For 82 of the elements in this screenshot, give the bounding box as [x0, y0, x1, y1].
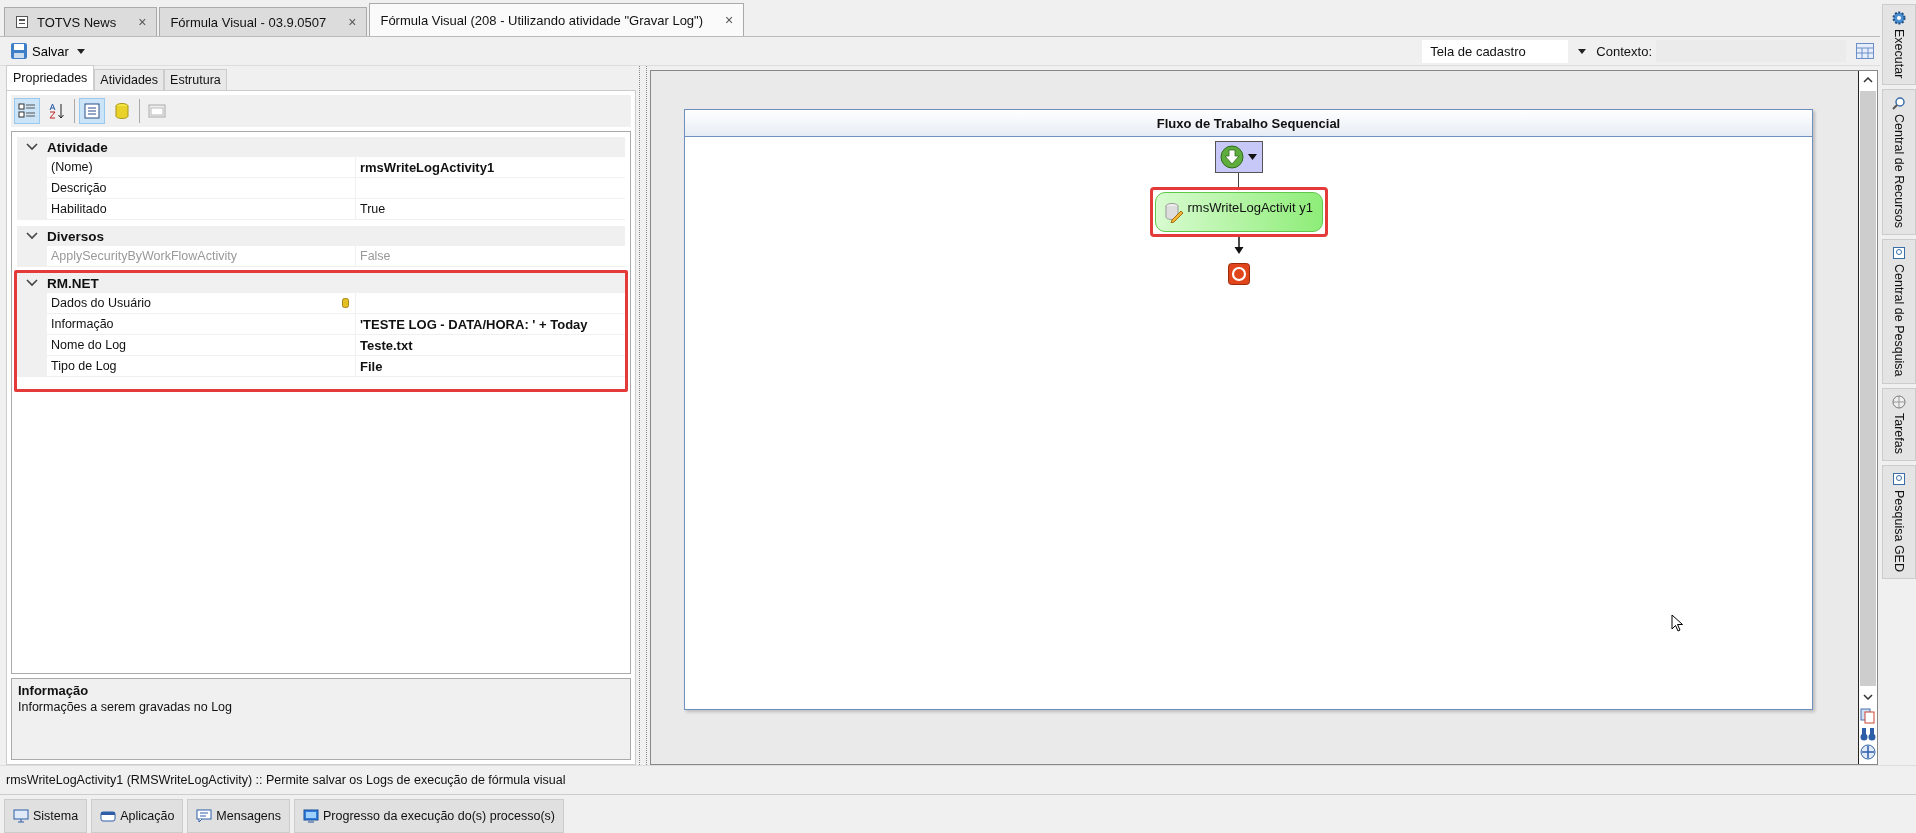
- property-label: (Nome): [51, 160, 93, 174]
- panel-tab[interactable]: Atividades: [94, 69, 165, 90]
- property-label: Nome do Log: [51, 338, 127, 352]
- panel-tab[interactable]: Propriedades: [6, 65, 95, 90]
- property-value[interactable]: Teste.txt: [356, 335, 625, 355]
- value-text: True: [360, 202, 386, 216]
- tab-label: Fórmula Visual - 03.9.0507: [170, 14, 327, 30]
- tab-label: TOTVS News: [37, 14, 117, 30]
- mouse-pointer-icon: [1671, 614, 1683, 632]
- search-icon: [1892, 96, 1906, 111]
- activity-node[interactable]: rmsWriteLogActivit y1: [1154, 192, 1323, 232]
- property-name[interactable]: (Nome): [47, 157, 356, 177]
- property-label: Descrição: [51, 181, 107, 195]
- context-label: Contexto:: [1596, 43, 1652, 59]
- value-text: 'TESTE LOG - DATA/HORA: ' + Today: [360, 316, 588, 332]
- document-icon: [15, 15, 29, 29]
- screen-dropdown[interactable]: Tela de cadastro: [1422, 39, 1569, 63]
- document-tab[interactable]: Fórmula Visual (208 - Utilizando atividade "Gravar Log") ×: [369, 3, 745, 36]
- property-name[interactable]: Dados do Usuário: [47, 293, 356, 313]
- caret-icon[interactable]: [76, 48, 85, 54]
- property-label: Tipo de Log: [51, 359, 117, 373]
- close-icon[interactable]: ×: [725, 12, 734, 28]
- side-panel-tab[interactable]: Central de Pesquisa: [1882, 239, 1916, 384]
- description-text: Informações a serem gravadas no Log: [18, 700, 233, 714]
- pan-icon[interactable]: [1860, 744, 1876, 760]
- window-icon: [100, 809, 117, 823]
- document-search-icon: [1892, 471, 1906, 486]
- bottom-tab[interactable]: Aplicação: [91, 799, 184, 833]
- splitter[interactable]: [639, 66, 647, 765]
- globe-icon: [1892, 394, 1906, 409]
- property-value[interactable]: True: [356, 199, 625, 219]
- side-panel-tab[interactable]: Tarefas: [1882, 387, 1916, 461]
- property-label: ApplySecurityByWorkFlowActivity: [51, 249, 237, 263]
- property-name[interactable]: Tipo de Log: [47, 356, 356, 376]
- bottom-tab[interactable]: Progresso da execução do(s) processo(s): [294, 799, 565, 833]
- categorized-view-icon[interactable]: [14, 98, 40, 124]
- status-text: rmsWriteLogActivity1 (RMSWriteLogActivity) :: Permite salvar os Logs de execução de fórmula visual: [0, 765, 1916, 795]
- close-icon[interactable]: ×: [138, 14, 147, 30]
- monitor-icon: [13, 809, 29, 823]
- description-title: Informação: [18, 683, 90, 698]
- property-name[interactable]: Nome do Log: [47, 335, 356, 355]
- property-value[interactable]: rmsWriteLogActivity1: [356, 157, 625, 177]
- gear-icon: [1892, 11, 1906, 25]
- category-label: Atividade: [47, 139, 108, 155]
- property-label: Habilitado: [51, 202, 107, 216]
- category-label: RM.NET: [47, 275, 99, 291]
- list-icon[interactable]: [79, 98, 105, 124]
- property-label: Dados do Usuário: [51, 296, 152, 310]
- property-name[interactable]: Habilitado: [47, 199, 356, 219]
- property-label: Informação: [51, 317, 114, 331]
- property-value[interactable]: File: [356, 356, 625, 376]
- document-tab[interactable]: Fórmula Visual - 03.9.0507 ×: [159, 7, 368, 36]
- side-panel-tab[interactable]: Pesquisa GED: [1882, 464, 1916, 579]
- close-icon[interactable]: ×: [348, 14, 357, 30]
- value-text: File: [360, 358, 383, 374]
- side-panel-tab[interactable]: Central de Recursos: [1882, 89, 1916, 236]
- document-tab[interactable]: TOTVS News ×: [4, 7, 158, 36]
- panel-tab[interactable]: Estrutura: [164, 69, 227, 90]
- binoculars-icon[interactable]: [1860, 726, 1876, 742]
- category-label: Diversos: [47, 228, 105, 244]
- arrow-icon: [1233, 237, 1244, 255]
- save-button[interactable]: Salvar: [6, 40, 73, 62]
- pencil-icon: [1163, 201, 1184, 223]
- scrollbar[interactable]: [1860, 91, 1876, 686]
- property-value[interactable]: 'TESTE LOG - DATA/HORA: ' + Today: [356, 314, 625, 334]
- property-name[interactable]: Informação: [47, 314, 356, 334]
- bottom-tab[interactable]: Sistema: [4, 799, 88, 833]
- cylinder-icon: [342, 298, 349, 308]
- side-panel-tab[interactable]: Executar: [1882, 4, 1916, 86]
- property-name[interactable]: Descrição: [47, 178, 356, 198]
- tab-label: Fórmula Visual (208 - Utilizando atividade "Gravar Log"): [380, 12, 704, 28]
- workflow-title: Fluxo de Trabalho Sequencial: [685, 110, 1812, 137]
- value-text: False: [360, 249, 391, 263]
- start-node[interactable]: [1214, 141, 1263, 173]
- message-icon: [196, 809, 213, 823]
- document-search-icon: [1892, 246, 1906, 261]
- monitor-icon: [303, 809, 319, 823]
- value-text: Teste.txt: [360, 337, 413, 353]
- table-icon[interactable]: [1856, 43, 1874, 59]
- value-text: rmsWriteLogActivity1: [360, 159, 495, 175]
- stop-icon[interactable]: [1227, 263, 1250, 285]
- bottom-tab[interactable]: Mensagens: [187, 799, 290, 833]
